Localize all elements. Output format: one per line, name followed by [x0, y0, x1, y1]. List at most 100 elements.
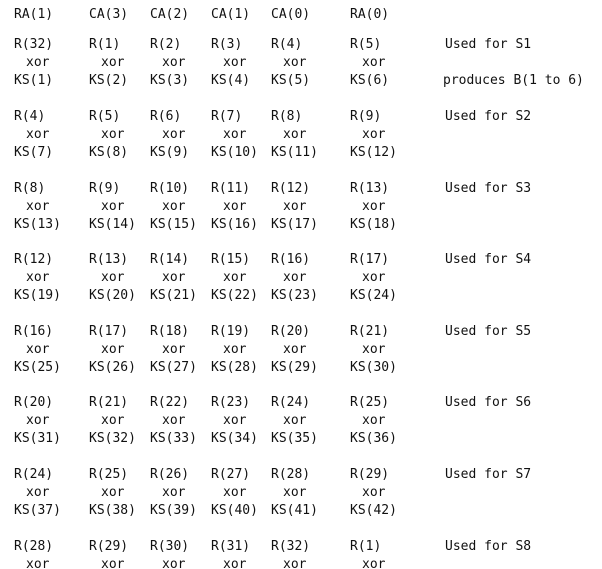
register-bit-4: R(31)	[211, 539, 251, 554]
keyschedule-bit-2: KS(26)	[89, 360, 136, 375]
sbox-group-4: R(12) R(13) R(14) R(15) R(16) R(17) xor xor xor x…	[0, 253, 602, 307]
keyschedule-bit-5: KS(29)	[271, 360, 318, 375]
register-bit-1: R(24)	[14, 467, 54, 482]
keyschedule-row: KS(31) KS(32) KS(33) KS(34) KS(35) KS(36)	[0, 432, 602, 450]
keyschedule-bit-5: KS(17)	[271, 217, 318, 232]
register-bit-4: R(3)	[211, 37, 243, 52]
xor-operator-5: xor	[283, 413, 307, 428]
register-bit-3: R(18)	[150, 324, 190, 339]
header-label-2: CA(3)	[89, 7, 129, 22]
xor-operator-2: xor	[101, 413, 125, 428]
sbox-output-note: produces B(1 to 6)	[443, 73, 584, 88]
operator-row: xor xor xor xor xor xor	[0, 200, 602, 218]
keyschedule-bit-4: KS(16)	[211, 217, 258, 232]
header-label-1: RA(1)	[14, 7, 54, 22]
xor-operator-5: xor	[283, 55, 307, 70]
sbox-usage-note: Used for S3	[445, 181, 532, 196]
register-bit-6: R(9)	[350, 109, 382, 124]
xor-operator-3: xor	[162, 342, 186, 357]
header-label-3: CA(2)	[150, 7, 190, 22]
sbox-group-8: R(28) R(29) R(30) R(31) R(32) R(1) xor xor xor xo…	[0, 540, 602, 569]
keyschedule-bit-5: KS(5)	[271, 73, 311, 88]
xor-operator-1: xor	[26, 127, 50, 142]
register-bit-3: R(14)	[150, 252, 190, 267]
register-bit-3: R(10)	[150, 181, 190, 196]
register-bit-4: R(27)	[211, 467, 251, 482]
keyschedule-bit-4: KS(28)	[211, 360, 258, 375]
keyschedule-bit-5: KS(35)	[271, 431, 318, 446]
register-bit-5: R(24)	[271, 395, 311, 410]
register-bit-1: R(8)	[14, 181, 46, 196]
sbox-usage-note: Used for S2	[445, 109, 532, 124]
register-bit-5: R(28)	[271, 467, 311, 482]
keyschedule-bit-4: KS(22)	[211, 288, 258, 303]
keyschedule-bit-6: KS(30)	[350, 360, 397, 375]
register-bit-3: R(22)	[150, 395, 190, 410]
register-bit-5: R(12)	[271, 181, 311, 196]
xor-operator-6: xor	[362, 485, 386, 500]
xor-operator-2: xor	[101, 199, 125, 214]
register-bit-5: R(20)	[271, 324, 311, 339]
register-bit-5: R(4)	[271, 37, 303, 52]
register-bit-4: R(15)	[211, 252, 251, 267]
register-bit-3: R(30)	[150, 539, 190, 554]
header-row: RA(1) CA(3) CA(2) CA(1) CA(0) RA(0)	[0, 0, 602, 30]
register-bit-1: R(12)	[14, 252, 54, 267]
sbox-group-3: R(8) R(9) R(10) R(11) R(12) R(13) xor xor xor xor…	[0, 182, 602, 236]
keyschedule-row: KS(13) KS(14) KS(15) KS(16) KS(17) KS(18)	[0, 218, 602, 236]
keyschedule-bit-3: KS(33)	[150, 431, 197, 446]
register-bit-4: R(23)	[211, 395, 251, 410]
register-bit-2: R(17)	[89, 324, 129, 339]
register-bit-2: R(1)	[89, 37, 121, 52]
register-bit-4: R(7)	[211, 109, 243, 124]
keyschedule-bit-6: KS(6)	[350, 73, 390, 88]
keyschedule-bit-6: KS(42)	[350, 503, 397, 518]
register-bit-1: R(28)	[14, 539, 54, 554]
register-bit-2: R(13)	[89, 252, 129, 267]
xor-operator-4: xor	[223, 413, 247, 428]
keyschedule-bit-3: KS(39)	[150, 503, 197, 518]
keyschedule-bit-6: KS(18)	[350, 217, 397, 232]
keyschedule-bit-1: KS(19)	[14, 288, 61, 303]
xor-operator-6: xor	[362, 199, 386, 214]
xor-operator-2: xor	[101, 342, 125, 357]
keyschedule-bit-6: KS(36)	[350, 431, 397, 446]
xor-operator-3: xor	[162, 270, 186, 285]
sbox-usage-note: Used for S4	[445, 252, 532, 267]
register-bit-4: R(19)	[211, 324, 251, 339]
register-bit-2: R(9)	[89, 181, 121, 196]
xor-operator-5: xor	[283, 199, 307, 214]
keyschedule-bit-1: KS(7)	[14, 145, 54, 160]
sbox-group-2: R(4) R(5) R(6) R(7) R(8) R(9) xor xor xor xor xor x…	[0, 110, 602, 164]
xor-operator-4: xor	[223, 270, 247, 285]
operator-row: xor xor xor xor xor xor	[0, 486, 602, 504]
xor-operator-3: xor	[162, 127, 186, 142]
xor-operator-5: xor	[283, 557, 307, 569]
header-label-4: CA(1)	[211, 7, 251, 22]
xor-operator-6: xor	[362, 557, 386, 569]
keyschedule-bit-4: KS(4)	[211, 73, 251, 88]
register-bit-2: R(25)	[89, 467, 129, 482]
keyschedule-row: KS(19) KS(20) KS(21) KS(22) KS(23) KS(24)	[0, 289, 602, 307]
sbox-group-7: R(24) R(25) R(26) R(27) R(28) R(29) xor xor xor x…	[0, 468, 602, 522]
keyschedule-row: KS(37) KS(38) KS(39) KS(40) KS(41) KS(42)	[0, 504, 602, 522]
keyschedule-bit-6: KS(24)	[350, 288, 397, 303]
register-bit-6: R(5)	[350, 37, 382, 52]
keyschedule-bit-4: KS(40)	[211, 503, 258, 518]
xor-operator-6: xor	[362, 127, 386, 142]
register-bit-1: R(32)	[14, 37, 54, 52]
keyschedule-bit-1: KS(31)	[14, 431, 61, 446]
keyschedule-bit-6: KS(12)	[350, 145, 397, 160]
xor-operator-1: xor	[26, 55, 50, 70]
operator-row: xor xor xor xor xor xor	[0, 414, 602, 432]
xor-operator-1: xor	[26, 270, 50, 285]
sbox-usage-note: Used for S5	[445, 324, 532, 339]
xor-operator-1: xor	[26, 557, 50, 569]
keyschedule-bit-4: KS(34)	[211, 431, 258, 446]
sbox-group-1: R(32) R(1) R(2) R(3) R(4) R(5) xor xor xor xor xor…	[0, 38, 602, 92]
keyschedule-bit-2: KS(8)	[89, 145, 129, 160]
xor-operator-1: xor	[26, 413, 50, 428]
operator-row: xor xor xor xor xor xor	[0, 56, 602, 74]
sbox-group-6: R(20) R(21) R(22) R(23) R(24) R(25) xor xor xor x…	[0, 396, 602, 450]
sbox-usage-note: Used for S7	[445, 467, 532, 482]
